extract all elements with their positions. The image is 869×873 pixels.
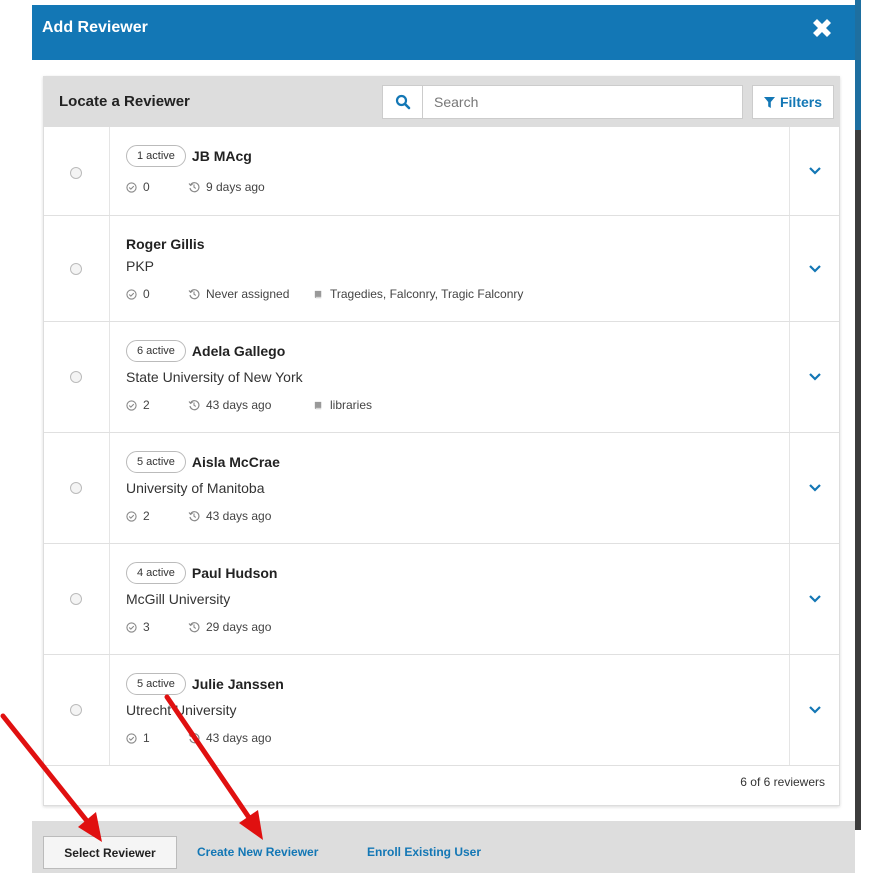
check-circle-icon <box>126 181 137 193</box>
reviewer-name: Adela Gallego <box>191 343 286 359</box>
filter-icon <box>763 96 775 108</box>
completed-count: 0 <box>143 180 150 194</box>
history-icon <box>188 400 200 411</box>
last-assigned: 43 days ago <box>206 509 272 523</box>
expand-button[interactable] <box>789 216 839 321</box>
search-box <box>382 85 743 119</box>
last-assigned: 9 days ago <box>206 180 265 194</box>
reviewer-name: Roger Gillis <box>126 236 205 252</box>
completed-count: 0 <box>143 287 150 301</box>
chevron-down-icon <box>808 264 821 273</box>
active-count-badge: 5 active <box>126 451 186 473</box>
reviewer-radio[interactable] <box>70 593 82 605</box>
check-circle-icon <box>126 399 137 411</box>
select-reviewer-button[interactable]: Select Reviewer <box>43 836 177 869</box>
active-count-badge: 5 active <box>126 673 186 695</box>
reviewer-affiliation: State University of New York <box>126 369 303 385</box>
reviewer-row[interactable]: 1 active JB MAcg 0 9 days ago <box>44 127 839 216</box>
search-icon[interactable] <box>383 86 423 118</box>
active-count-badge: 1 active <box>126 145 186 167</box>
reviewer-name: Paul Hudson <box>191 565 278 581</box>
check-circle-icon <box>126 510 137 522</box>
close-icon <box>813 19 831 37</box>
reviewer-radio[interactable] <box>70 167 82 179</box>
completed-count: 1 <box>143 731 150 745</box>
last-assigned: 29 days ago <box>206 620 272 634</box>
chevron-down-icon <box>808 595 821 603</box>
last-assigned: Never assigned <box>206 287 290 301</box>
completed-count: 2 <box>143 509 150 523</box>
reviewer-row[interactable]: Roger Gillis PKP 0 Never assigned Traged… <box>44 216 839 322</box>
reviewer-row[interactable]: 5 active Julie Janssen Utrecht Universit… <box>44 655 839 766</box>
reviewer-name: Julie Janssen <box>191 676 284 692</box>
reviewer-affiliation: University of Manitoba <box>126 480 265 496</box>
panel-header: Locate a Reviewer Filters <box>44 77 839 127</box>
create-new-reviewer-button[interactable]: Create New Reviewer <box>197 845 318 859</box>
expand-button[interactable] <box>789 655 839 765</box>
reviewer-row[interactable]: 4 active Paul Hudson McGill University 3… <box>44 544 839 655</box>
active-count-badge: 6 active <box>126 340 186 362</box>
reviewer-name: JB MAcg <box>191 148 252 164</box>
reviewer-radio[interactable] <box>70 371 82 383</box>
history-icon <box>188 182 200 193</box>
search-input[interactable] <box>424 86 742 118</box>
close-button[interactable] <box>809 15 835 41</box>
modal-footer: Select Reviewer Create New Reviewer Enro… <box>32 821 855 873</box>
reviewer-name: Aisla McCrae <box>191 454 280 470</box>
add-reviewer-modal: Add Reviewer Locate a Reviewer Search Fi… <box>32 5 855 873</box>
modal-title: Add Reviewer <box>42 19 148 36</box>
check-circle-icon <box>126 288 137 300</box>
reviewer-row[interactable]: 6 active Adela Gallego State University … <box>44 322 839 433</box>
panel-title: Locate a Reviewer <box>59 93 190 110</box>
check-circle-icon <box>126 732 137 744</box>
reviewer-affiliation: PKP <box>126 258 155 274</box>
reviewer-radio[interactable] <box>70 263 82 275</box>
check-circle-icon <box>126 621 137 633</box>
history-icon <box>188 622 200 633</box>
enroll-existing-user-button[interactable]: Enroll Existing User <box>367 845 481 859</box>
expand-button[interactable] <box>789 544 839 654</box>
chevron-down-icon <box>808 484 821 492</box>
chevron-down-icon <box>808 167 821 175</box>
reviewer-affiliation: Utrecht University <box>126 702 237 718</box>
filters-label: Filters <box>779 94 822 110</box>
backdrop-edge <box>855 0 861 130</box>
completed-count: 2 <box>143 398 150 412</box>
reviewer-row[interactable]: 5 active Aisla McCrae University of Mani… <box>44 433 839 544</box>
reviewer-interests: libraries <box>330 398 373 412</box>
reviewer-interests: Tragedies, Falconry, Tragic Falconry <box>330 287 524 301</box>
book-icon <box>314 290 323 298</box>
reviewer-radio[interactable] <box>70 482 82 494</box>
last-assigned: 43 days ago <box>206 398 272 412</box>
history-icon <box>188 511 200 522</box>
history-icon <box>188 733 200 744</box>
modal-header: Add Reviewer <box>32 5 855 60</box>
expand-button[interactable] <box>789 127 839 215</box>
history-icon <box>188 289 200 300</box>
reviewer-list-panel: Locate a Reviewer Filters <box>43 76 840 806</box>
chevron-down-icon <box>808 373 821 381</box>
filters-button[interactable]: Filters <box>752 85 834 119</box>
last-assigned: 43 days ago <box>206 731 272 745</box>
book-icon <box>314 401 323 409</box>
expand-button[interactable] <box>789 433 839 543</box>
backdrop-edge-dark <box>855 130 861 830</box>
reviewer-list: 1 active JB MAcg 0 9 days ago Roger Gill… <box>44 127 839 766</box>
completed-count: 3 <box>143 620 150 634</box>
expand-button[interactable] <box>789 322 839 432</box>
panel-footer: 6 of 6 reviewers <box>44 762 839 805</box>
chevron-down-icon <box>808 706 821 714</box>
reviewer-radio[interactable] <box>70 704 82 716</box>
reviewer-count: 6 of 6 reviewers <box>740 775 825 789</box>
reviewer-affiliation: McGill University <box>126 591 231 607</box>
active-count-badge: 4 active <box>126 562 186 584</box>
